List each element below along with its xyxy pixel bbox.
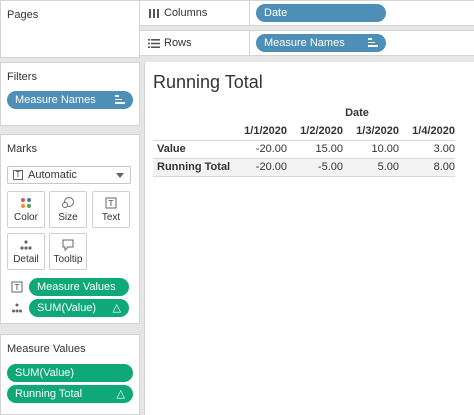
columns-shelf[interactable]: Columns Date (140, 0, 474, 26)
color-label: Color (14, 212, 38, 223)
column-header[interactable]: 1/4/2020 (399, 122, 455, 140)
pages-card: Pages (0, 0, 140, 58)
view-canvas: Running Total Date 1/1/2020 1/2/2020 1/3… (144, 62, 474, 415)
text-pill-measure-values[interactable]: Measure Values (29, 278, 129, 296)
shelf-divider (249, 1, 250, 25)
table-cell[interactable]: 3.00 (399, 139, 455, 158)
table-cell[interactable]: 5.00 (343, 157, 399, 177)
rows-pill-measure-names[interactable]: Measure Names (256, 34, 386, 52)
table-cell[interactable]: -20.00 (231, 157, 287, 177)
svg-text:T: T (108, 199, 114, 208)
row-header[interactable]: Running Total (153, 157, 231, 177)
columns-pill-date[interactable]: Date (256, 4, 386, 22)
filters-card: Filters Measure Names (0, 62, 140, 126)
detail-button[interactable]: Detail (7, 233, 45, 270)
crosstab-table: Date 1/1/2020 1/2/2020 1/3/2020 1/4/2020… (153, 104, 455, 177)
size-label: Size (58, 212, 78, 223)
marks-card: Marks T Automatic Color Size T Text Deta… (0, 134, 140, 324)
detail-mark-icon (12, 303, 22, 313)
pages-title: Pages (7, 9, 39, 21)
rows-icon (148, 39, 160, 48)
measure-value-pill-sum-value[interactable]: SUM(Value) (7, 364, 133, 382)
text-icon: T (105, 197, 117, 209)
column-header[interactable]: 1/1/2020 (231, 122, 287, 140)
table-cell[interactable]: -5.00 (287, 157, 343, 177)
table-cell[interactable]: -20.00 (231, 139, 287, 158)
measure-value-label: Running Total (15, 388, 83, 400)
rows-shelf[interactable]: Rows Measure Names (140, 30, 474, 56)
column-header[interactable]: 1/3/2020 (343, 122, 399, 140)
columns-icon (149, 9, 159, 18)
chevron-down-icon (116, 173, 124, 178)
view-title: Running Total (153, 72, 263, 92)
detail-label: Detail (13, 254, 39, 265)
text-mark-icon: T (11, 281, 23, 293)
sort-icon (115, 95, 125, 105)
detail-pill-sum-value[interactable]: SUM(Value) △ (29, 299, 129, 317)
text-mark-icon: T (13, 170, 23, 180)
tooltip-button[interactable]: Tooltip (49, 233, 87, 270)
measure-values-title: Measure Values (7, 343, 86, 355)
mark-type-label: Automatic (28, 169, 77, 181)
row-header[interactable]: Value (153, 139, 231, 158)
detail-icon (20, 240, 32, 250)
mark-type-dropdown[interactable]: T Automatic (7, 166, 131, 184)
text-pill-label: Measure Values (37, 281, 116, 293)
shelf-divider (249, 31, 250, 55)
svg-text:T: T (14, 283, 20, 292)
filter-pill-label: Measure Names (15, 94, 96, 106)
color-button[interactable]: Color (7, 191, 45, 228)
rows-pill-label: Measure Names (264, 37, 345, 49)
measure-value-pill-running-total[interactable]: Running Total △ (7, 385, 133, 403)
filters-title: Filters (7, 71, 37, 83)
table-cell[interactable]: 10.00 (343, 139, 399, 158)
color-icon (21, 198, 31, 208)
delta-icon: △ (112, 302, 121, 314)
sort-icon (368, 38, 378, 48)
columns-pill-label: Date (264, 7, 288, 19)
column-group-header[interactable]: Date (231, 104, 455, 122)
table-cell[interactable]: 8.00 (399, 157, 455, 177)
table-cell[interactable]: 15.00 (287, 139, 343, 158)
rows-label: Rows (164, 37, 192, 49)
table-row: Value -20.00 15.00 10.00 3.00 (153, 139, 455, 158)
size-icon (62, 197, 74, 208)
text-label: Text (101, 212, 121, 223)
tooltip-icon (62, 239, 74, 251)
detail-pill-label: SUM(Value) (37, 302, 97, 314)
measure-value-label: SUM(Value) (15, 367, 75, 379)
size-button[interactable]: Size (49, 191, 87, 228)
column-header[interactable]: 1/2/2020 (287, 122, 343, 140)
tooltip-label: Tooltip (53, 254, 83, 265)
filter-pill-measure-names[interactable]: Measure Names (7, 91, 133, 109)
text-button[interactable]: T Text (92, 191, 130, 228)
columns-label: Columns (164, 7, 208, 19)
delta-icon: △ (116, 388, 125, 400)
table-row: Running Total -20.00 -5.00 5.00 8.00 (153, 157, 455, 177)
marks-title: Marks (7, 143, 37, 155)
measure-values-card: Measure Values SUM(Value) Running Total … (0, 334, 140, 415)
